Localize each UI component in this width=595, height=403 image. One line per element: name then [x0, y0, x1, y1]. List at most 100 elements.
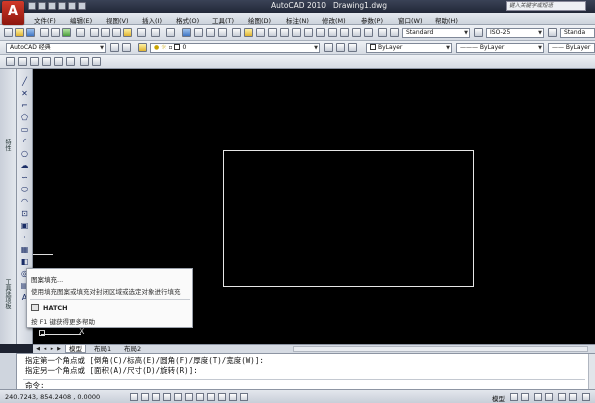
layer-properties-icon[interactable] — [138, 43, 147, 52]
camera-icon[interactable] — [54, 57, 63, 66]
quick-view-drawings-icon[interactable] — [521, 393, 529, 401]
hatch-icon[interactable]: ▦ — [20, 245, 29, 254]
clean-screen-icon[interactable] — [582, 393, 590, 401]
gradient-icon[interactable]: ◧ — [20, 257, 29, 266]
spline-icon[interactable]: ∽ — [20, 173, 29, 182]
plot-icon[interactable] — [78, 2, 86, 10]
menu-format[interactable]: 格式(O) — [176, 15, 199, 25]
menu-edit[interactable]: 编辑(E) — [70, 15, 92, 25]
selection-cycling-icon[interactable] — [240, 393, 248, 401]
new-icon[interactable] — [4, 28, 13, 37]
menu-view[interactable]: 视图(V) — [106, 15, 129, 25]
menu-insert[interactable]: 插入(I) — [142, 15, 162, 25]
autocad-logo-icon[interactable]: A — [2, 1, 24, 25]
snap-mode-icon[interactable] — [130, 393, 138, 401]
tab-layout1[interactable]: 布局1 — [91, 345, 114, 353]
tool-palette-label[interactable]: 工具选项板 — [3, 279, 12, 309]
arc-icon[interactable]: ◜ — [20, 137, 29, 146]
block-editor-icon[interactable] — [137, 28, 146, 37]
drawn-rectangle[interactable] — [223, 150, 474, 287]
tab-model[interactable]: 模型 — [65, 345, 86, 353]
coordinates-readout[interactable]: 240.7243, 854.2408 , 0.0000 — [5, 393, 100, 401]
annotation-scale-icon[interactable] — [558, 393, 566, 401]
workspace-dropdown[interactable]: AutoCAD 经典 ▼ — [6, 43, 106, 53]
lineweight-dropdown[interactable]: —— ByLayer — [548, 43, 595, 53]
model-space-label[interactable]: 模型 — [492, 393, 505, 403]
menu-modify[interactable]: 修改(M) — [322, 15, 346, 25]
publish-icon[interactable] — [62, 28, 71, 37]
dynamic-input-icon[interactable] — [207, 393, 215, 401]
markup-icon[interactable] — [280, 28, 289, 37]
my-workspace-icon[interactable] — [122, 43, 131, 52]
dynamic-ucs-icon[interactable] — [196, 393, 204, 401]
quick-view-layouts-icon[interactable] — [510, 393, 518, 401]
zoom-realtime-icon[interactable] — [194, 28, 203, 37]
layer-previous-icon[interactable] — [336, 43, 345, 52]
pan-icon[interactable] — [182, 28, 191, 37]
new-file-icon[interactable] — [28, 2, 36, 10]
insert-block-icon[interactable]: ⊡ — [20, 209, 29, 218]
grid-display-icon[interactable] — [141, 393, 149, 401]
revision-cloud-icon[interactable]: ☁ — [20, 161, 29, 170]
external-reference-icon[interactable] — [328, 28, 337, 37]
orbit-icon[interactable] — [18, 57, 27, 66]
render-icon[interactable] — [352, 28, 361, 37]
line-icon[interactable]: ╱ — [20, 77, 29, 86]
zoom-previous-icon[interactable] — [218, 28, 227, 37]
command-window-handle[interactable] — [0, 353, 17, 389]
workspace-settings-icon[interactable] — [110, 43, 119, 52]
construction-line-icon[interactable]: ✕ — [20, 89, 29, 98]
tool-palettes-icon[interactable] — [256, 28, 265, 37]
menu-parametric[interactable]: 参数(P) — [361, 15, 383, 25]
menu-help[interactable]: 帮助(H) — [435, 15, 458, 25]
menu-window[interactable]: 窗口(W) — [398, 15, 423, 25]
workspace-switching-icon[interactable] — [569, 393, 577, 401]
redo-icon[interactable] — [166, 28, 175, 37]
zoom-status-icon[interactable] — [545, 393, 553, 401]
circle-icon[interactable]: ○ — [20, 149, 29, 158]
undo-icon[interactable] — [58, 2, 66, 10]
pan-status-icon[interactable] — [534, 393, 542, 401]
make-block-icon[interactable]: ▣ — [20, 221, 29, 230]
open-file-icon[interactable] — [38, 2, 46, 10]
properties-icon[interactable] — [232, 28, 241, 37]
undo-icon[interactable] — [151, 28, 160, 37]
design-center-icon[interactable] — [244, 28, 253, 37]
object-snap-tracking-icon[interactable] — [185, 393, 193, 401]
properties-palette-label[interactable]: 特性 — [3, 139, 12, 151]
redo-icon[interactable] — [68, 2, 76, 10]
text-style-icon[interactable] — [390, 28, 399, 37]
menu-draw[interactable]: 绘图(D) — [248, 15, 271, 25]
linetype-dropdown[interactable]: ——— ByLayer ▼ — [456, 43, 544, 53]
layer-states-icon[interactable] — [348, 43, 357, 52]
copy-icon[interactable] — [101, 28, 110, 37]
show-motion-icon[interactable] — [42, 57, 51, 66]
prev-tab-icon[interactable]: ◂ — [42, 346, 48, 352]
rectangle-icon[interactable]: ▭ — [20, 125, 29, 134]
paste-icon[interactable] — [112, 28, 121, 37]
layer-dropdown[interactable]: ● ☼ ▫ 0 ▼ — [150, 43, 320, 53]
steering-wheel-icon[interactable] — [30, 57, 39, 66]
search-input[interactable]: 键入关键字或短语 — [506, 1, 586, 11]
polygon-icon[interactable]: ⬠ — [20, 113, 29, 122]
menu-tools[interactable]: 工具(T) — [212, 15, 234, 25]
visual-style-icon[interactable] — [92, 57, 101, 66]
table-style-icon[interactable] — [548, 28, 557, 37]
command-scrollbar[interactable] — [588, 354, 595, 390]
point-icon[interactable]: · — [20, 233, 29, 242]
next-tab-icon[interactable]: ▸ — [49, 346, 55, 352]
hyperlink-icon[interactable] — [340, 28, 349, 37]
menu-dimension[interactable]: 标注(N) — [286, 15, 309, 25]
cut-icon[interactable] — [90, 28, 99, 37]
save-icon[interactable] — [48, 2, 56, 10]
object-snap-icon[interactable] — [174, 393, 182, 401]
plot-icon[interactable] — [40, 28, 49, 37]
save-icon[interactable] — [26, 28, 35, 37]
table-style-dropdown[interactable]: Standa — [560, 28, 595, 38]
match-properties-icon[interactable] — [123, 28, 132, 37]
xref-icon[interactable] — [364, 28, 373, 37]
lineweight-icon[interactable] — [218, 393, 226, 401]
make-object-layer-current-icon[interactable] — [324, 43, 333, 52]
calculator-icon[interactable] — [292, 28, 301, 37]
help-icon[interactable] — [304, 28, 313, 37]
